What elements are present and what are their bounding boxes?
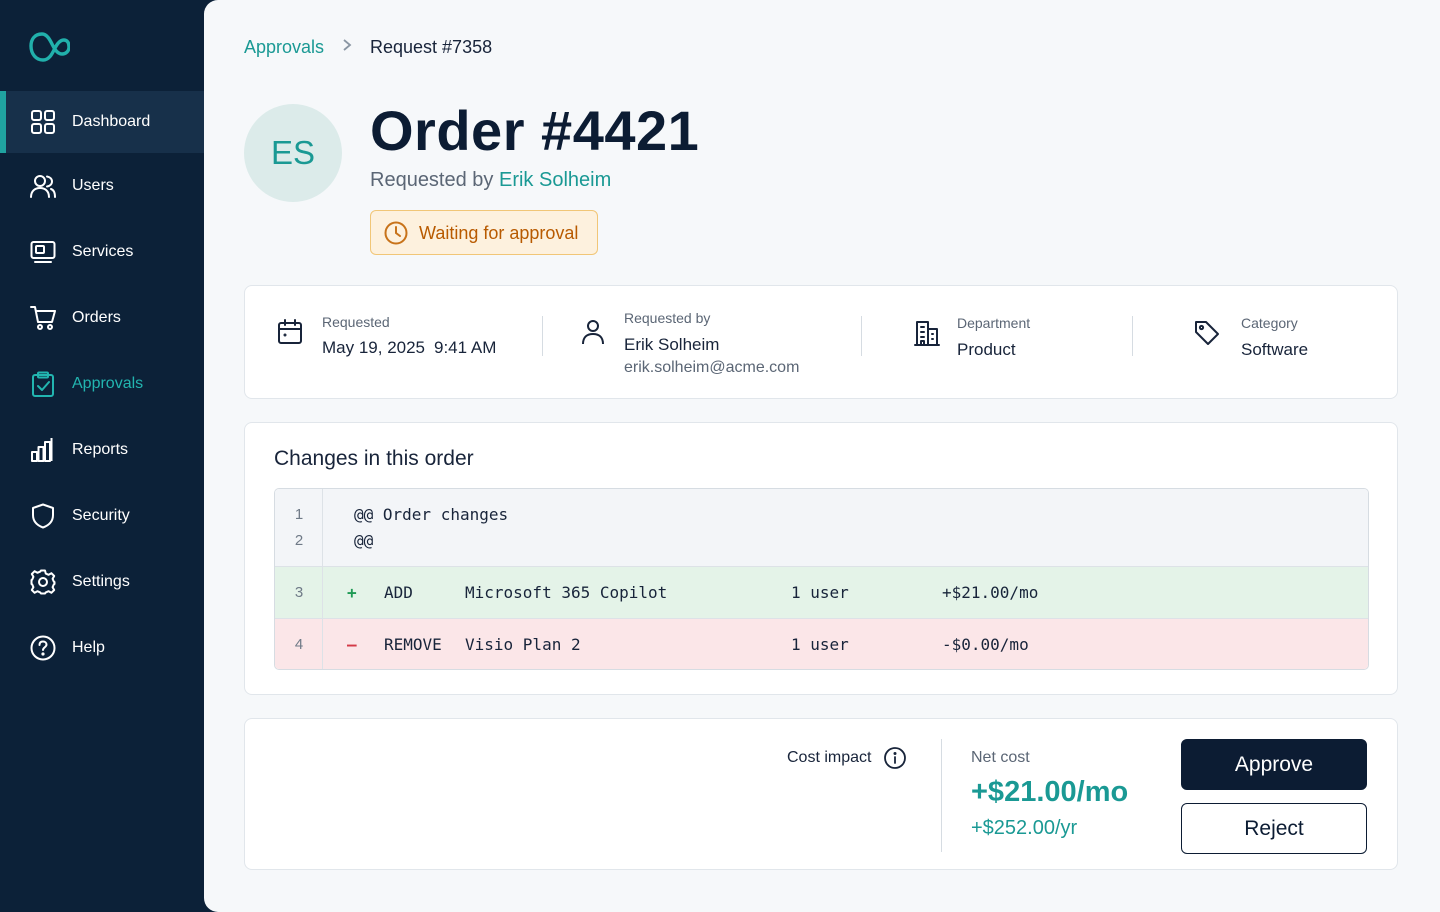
breadcrumb-link-approvals[interactable]: Approvals [244, 37, 324, 58]
logo-icon[interactable] [28, 28, 70, 66]
diff-qty: 1 user [791, 583, 849, 602]
sidebar-item-label: Reports [72, 441, 129, 458]
sidebar-item-label: Help [72, 639, 105, 656]
sidebar-item-label: Services [72, 243, 134, 260]
sidebar-item-settings[interactable]: Settings [0, 551, 204, 613]
diff-item: Microsoft 365 Copilot [465, 583, 668, 602]
sidebar-item-security[interactable]: Security [0, 485, 204, 547]
changes-card: Changes in this order 1 2 @@ Order chang… [244, 422, 1398, 695]
diff-action: ADD [384, 583, 413, 602]
gear-icon [30, 569, 56, 595]
status-text: Waiting for approval [419, 223, 579, 243]
sidebar-item-label: Security [72, 507, 130, 524]
divider [1132, 316, 1133, 356]
divider [941, 739, 942, 852]
page-title: Order #4421 [370, 99, 700, 162]
diff-sign: + [347, 583, 357, 602]
tag-icon [1195, 321, 1219, 345]
approve-button[interactable]: Approve [1181, 739, 1367, 790]
sidebar-item-reports[interactable]: Reports [0, 419, 204, 481]
calendar-icon [278, 319, 302, 344]
users-icon [30, 175, 56, 198]
sidebar: Dashboard Users Services Orders Approval… [0, 0, 204, 912]
info-label: Requested by [624, 310, 711, 326]
hunk-header-text: @@ Order changes [354, 505, 509, 524]
shield-icon [32, 503, 54, 529]
requested-by-prefix: Requested by [370, 169, 494, 191]
sidebar-item-label: Settings [72, 573, 130, 590]
order-info-card: Requested May 19, 2025 9:41 AM Requested… [244, 285, 1398, 399]
requested-by-line: Requested by Erik Solheim [370, 169, 611, 192]
main-content: Approvals Request #7358 ES Order #4421 R… [204, 0, 1440, 912]
chevron-right-icon [342, 38, 352, 57]
diff-view: 1 2 @@ Order changes @@ 3 + ADD Microsof… [274, 488, 1369, 670]
info-icon[interactable] [883, 746, 907, 770]
diff-item: Visio Plan 2 [465, 635, 581, 654]
user-icon [582, 320, 604, 345]
diff-action: REMOVE [384, 635, 442, 654]
diff-qty: 1 user [791, 635, 849, 654]
sidebar-item-label: Approvals [72, 375, 144, 392]
requested-date: May 19, 2025 [322, 338, 426, 357]
category-value: Software [1241, 340, 1309, 359]
sidebar-item-approvals[interactable]: Approvals [0, 353, 204, 415]
changes-title: Changes in this order [274, 447, 474, 470]
net-cost-yearly: +$252.00/yr [971, 817, 1078, 839]
monitor-icon [30, 241, 56, 263]
net-cost-monthly: +$21.00/mo [971, 776, 1129, 808]
help-circle-icon [30, 635, 56, 661]
hunk-header-text: @@ [354, 531, 374, 550]
diff-price: -$0.00/mo [942, 635, 1029, 654]
diff-price: +$21.00/mo [942, 583, 1039, 602]
info-label: Category [1241, 315, 1298, 331]
department-value: Product [957, 340, 1016, 359]
sidebar-item-label: Dashboard [72, 113, 151, 130]
status-badge: Waiting for approval [370, 210, 598, 255]
sidebar-item-dashboard[interactable]: Dashboard [0, 91, 204, 153]
diff-hunk-header: 1 2 @@ Order changes @@ [275, 489, 1368, 566]
clock-icon [384, 221, 408, 245]
cart-icon [30, 306, 56, 330]
reject-button[interactable]: Reject [1181, 803, 1367, 854]
requester-email[interactable]: erik.solheim@acme.com [624, 359, 799, 377]
grid-icon [31, 110, 55, 134]
diff-gutter [275, 489, 323, 669]
sidebar-item-label: Users [72, 177, 114, 194]
info-label: Department [957, 315, 1031, 331]
breadcrumb-current: Request #7358 [370, 37, 493, 57]
bar-chart-icon [31, 438, 53, 462]
cost-card: Cost impact Net cost +$21.00/mo +$252.00… [244, 718, 1398, 870]
cost-impact-label: Cost impact [787, 749, 872, 766]
avatar: ES [244, 104, 342, 202]
diff-row-added: 3 + ADD Microsoft 365 Copilot 1 user +$2… [275, 566, 1368, 618]
sidebar-item-users[interactable]: Users [0, 155, 204, 217]
sidebar-item-label: Orders [72, 309, 121, 326]
requester-name: Erik Solheim [624, 335, 720, 354]
building-icon [914, 321, 940, 346]
clipboard-check-icon [32, 371, 54, 397]
divider [542, 316, 543, 356]
diff-row-removed: 4 – REMOVE Visio Plan 2 1 user -$0.00/mo [275, 618, 1368, 669]
diff-sign: – [347, 635, 357, 654]
net-cost-label: Net cost [971, 749, 1030, 766]
info-label: Requested [322, 314, 390, 330]
sidebar-item-services[interactable]: Services [0, 221, 204, 283]
requester-link[interactable]: Erik Solheim [499, 169, 611, 191]
requested-time: 9:41 AM [434, 338, 497, 357]
sidebar-item-help[interactable]: Help [0, 617, 204, 679]
sidebar-item-orders[interactable]: Orders [0, 287, 204, 349]
divider [861, 316, 862, 356]
